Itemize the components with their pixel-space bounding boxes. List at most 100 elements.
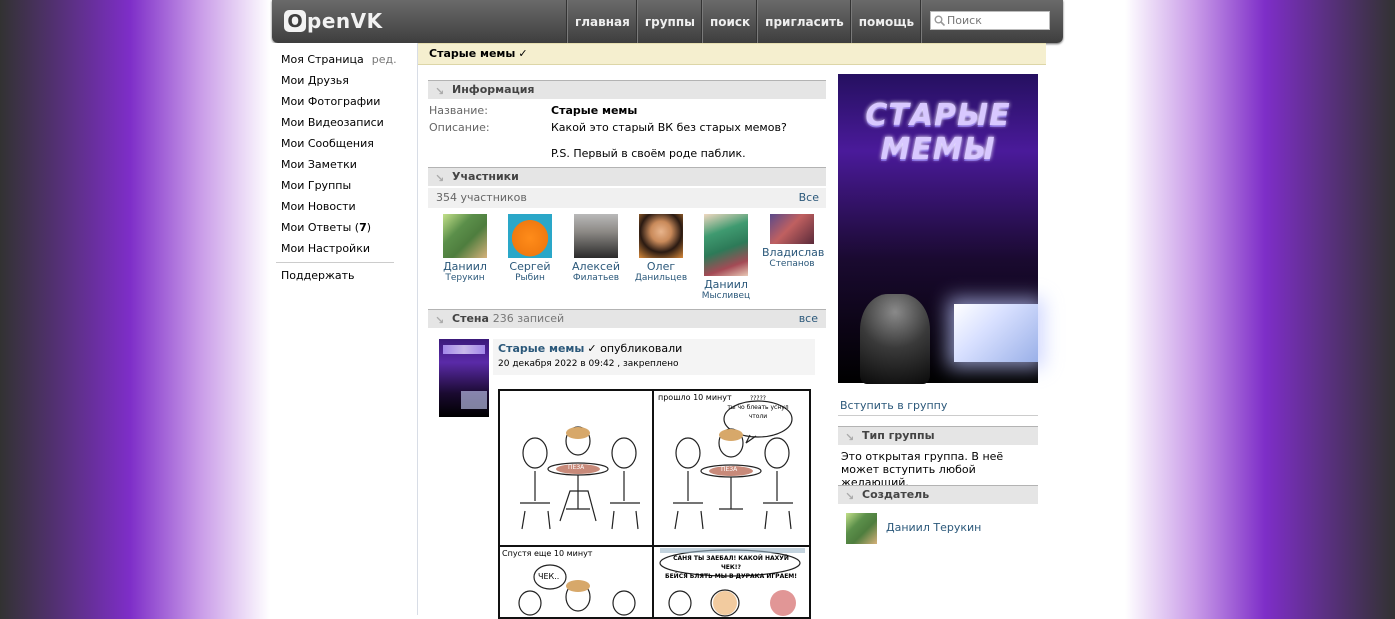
sidebar-item-settings[interactable]: Мои Настройки (281, 242, 370, 255)
post-header: Старые мемы ✓ опубликовали 20 декабря 202… (493, 339, 815, 375)
post-action: опубликовали (600, 342, 683, 355)
poster-figure (860, 294, 930, 384)
description-line-1: Какой это старый ВК без старых мемов? (551, 121, 787, 134)
avatar[interactable] (770, 214, 814, 244)
info-section-header: ↘ Информация (428, 80, 826, 99)
avatar[interactable] (639, 214, 683, 258)
wall-heading: Стена (452, 312, 489, 325)
search-input[interactable]: Поиск (930, 11, 1050, 30)
members-count: 354 участников (436, 191, 527, 204)
search-icon (934, 15, 945, 26)
member-last-name[interactable]: Рыбин (500, 273, 560, 283)
avatar[interactable] (508, 214, 552, 258)
edit-link[interactable]: ред. (372, 53, 397, 66)
members-heading: Участники (452, 170, 519, 183)
sidebar-item-news[interactable]: Мои Новости (281, 200, 356, 213)
comic-drawing (500, 391, 809, 617)
description-line-2: P.S. Первый в своём роде паблик. (551, 147, 746, 160)
sidebar-item-videos[interactable]: Мои Видеозаписи (281, 116, 384, 129)
avatar[interactable] (443, 214, 487, 258)
member-last-name[interactable]: Мысливец (696, 291, 756, 301)
nav-home[interactable]: главная (567, 0, 637, 43)
replies-count: 7 (359, 221, 367, 234)
post-date: 20 декабря 2022 в 09:42 , закреплено (498, 359, 679, 369)
page-title: Старые мемы ✓ (429, 47, 528, 60)
member-last-name[interactable]: Данильцев (631, 273, 691, 283)
comic-bubble-3: САНЯ ТЫ ЗАЕБАЛ! КАКОЙ НАХУЙ ЧЕК!? БЕЙСЯ … (665, 555, 798, 580)
group-avatar[interactable]: СТАРЫЕ МЕМЫ (838, 74, 1038, 384)
member-first-name[interactable]: Сергей (500, 260, 560, 273)
creator-avatar[interactable] (846, 513, 877, 544)
collapse-arrow-icon[interactable]: ↘ (435, 83, 444, 101)
description-label: Описание: (429, 121, 490, 134)
avatar-monitor-glow (461, 391, 487, 409)
member-card[interactable]: Олег Данильцев (631, 214, 691, 283)
member-last-name[interactable]: Степанов (762, 259, 822, 269)
sidebar-item-photos[interactable]: Мои Фотографии (281, 95, 380, 108)
member-first-name[interactable]: Даниил (435, 260, 495, 273)
avatar[interactable] (704, 214, 748, 276)
verified-icon: ✓ (587, 342, 597, 355)
creator-name-link[interactable]: Даниил Терукин (886, 521, 981, 534)
sidebar-item-groups[interactable]: Мои Группы (281, 179, 351, 192)
member-last-name[interactable]: Терукин (435, 273, 495, 283)
nav-search[interactable]: поиск (701, 0, 757, 43)
replies-paren: ) (366, 221, 372, 234)
sidebar-item-label[interactable]: Моя Страница (281, 53, 364, 66)
wall-all-link[interactable]: все (799, 310, 818, 328)
member-card[interactable]: Владислав Степанов (762, 214, 824, 269)
name-value: Старые мемы (551, 104, 638, 117)
members-all-link[interactable]: Все (799, 188, 819, 208)
collapse-arrow-icon[interactable]: ↘ (845, 429, 854, 447)
avatar[interactable] (574, 214, 618, 258)
member-last-name[interactable]: Филатьев (566, 273, 626, 283)
top-nav: главная группы поиск пригласить помощь в… (567, 0, 978, 43)
collapse-arrow-icon[interactable]: ↘ (845, 488, 854, 506)
collapse-arrow-icon[interactable]: ↘ (435, 312, 444, 330)
member-card[interactable]: Даниил Мысливец (696, 214, 756, 301)
name-label: Название: (429, 104, 488, 117)
member-first-name[interactable]: Олег (631, 260, 691, 273)
member-card[interactable]: Сергей Рыбин (500, 214, 560, 283)
nav-invite[interactable]: пригласить (757, 0, 851, 43)
sidebar-item-notes[interactable]: Мои Заметки (281, 158, 357, 171)
sidebar-item-messages[interactable]: Мои Сообщения (281, 137, 374, 150)
logo-mark: O (284, 10, 306, 32)
post-image[interactable]: прошло 10 минут ????? ты чо блеать уснул… (498, 389, 811, 619)
nav-help[interactable]: помощь (850, 0, 921, 43)
sidebar-divider (276, 262, 394, 263)
openvk-logo[interactable]: O penVK (284, 8, 383, 34)
nav-groups[interactable]: группы (636, 0, 702, 43)
member-card[interactable]: Даниил Терукин (435, 214, 495, 283)
sidebar-item-replies[interactable]: Мои Ответы (7) (281, 221, 371, 234)
info-heading: Информация (452, 83, 535, 96)
sidebar-item-friends[interactable]: Мои Друзья (281, 74, 349, 87)
join-group-button[interactable]: Вступить в группу (840, 399, 947, 412)
comic-table-label-2: ПЕЗА (721, 466, 738, 473)
members-count-bar: 354 участников Все (428, 188, 826, 208)
member-first-name[interactable]: Алексей (566, 260, 626, 273)
collapse-arrow-icon[interactable]: ↘ (435, 170, 444, 188)
join-divider (838, 415, 1038, 416)
member-first-name[interactable]: Владислав (762, 246, 824, 259)
group-title-text: Старые мемы (429, 47, 516, 60)
poster-line-1: СТАРЫЕ (865, 98, 1011, 133)
sidebar-item-label: Мои Ответы ( (281, 221, 360, 234)
search-placeholder: Поиск (947, 14, 982, 27)
sidebar-item-my-page[interactable]: Моя Страница ред. (281, 53, 397, 66)
comic-caption-panel3: Спустя еще 10 минут (502, 549, 593, 558)
sidebar-item-support[interactable]: Поддержать (281, 269, 355, 282)
post-author-avatar[interactable] (439, 339, 489, 417)
comic-caption-panel2: прошло 10 минут (656, 393, 734, 402)
member-card[interactable]: Алексей Филатьев (566, 214, 626, 283)
page-title-bar: Старые мемы ✓ (418, 43, 1046, 65)
group-type-heading: Тип группы (862, 429, 935, 442)
creator-heading: Создатель (862, 488, 930, 501)
comic-table-label: ПЕЗА (568, 464, 585, 471)
verified-icon: ✓ (518, 47, 528, 60)
post-author-link[interactable]: Старые мемы (498, 342, 584, 355)
wall-count: 236 записей (492, 312, 565, 325)
group-type-header: ↘ Тип группы (838, 426, 1038, 445)
page: Моя Страница ред. Мои Друзья Мои Фотограф… (272, 43, 1046, 619)
member-first-name[interactable]: Даниил (696, 278, 756, 291)
